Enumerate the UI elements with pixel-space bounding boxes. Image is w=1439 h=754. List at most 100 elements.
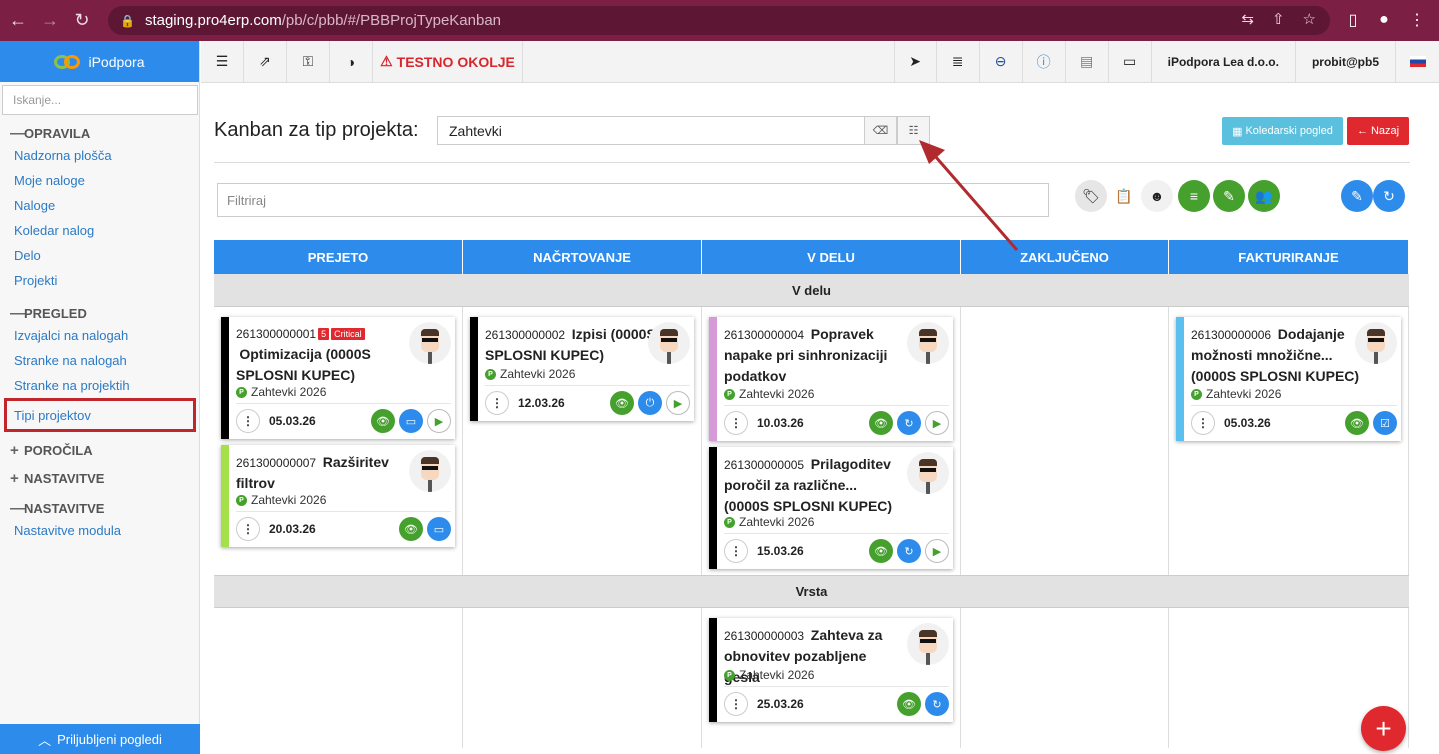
tags-icon[interactable]: 🏷 bbox=[1075, 180, 1107, 212]
list-icon[interactable]: ☰ bbox=[201, 41, 244, 82]
more-options-icon[interactable]: ⋮ bbox=[724, 539, 748, 563]
eye-icon[interactable]: 👁 bbox=[1345, 411, 1369, 435]
sidebar-item[interactable]: Moje naloge bbox=[0, 168, 199, 193]
brand[interactable]: iPodpora bbox=[0, 41, 199, 82]
more-options-icon[interactable]: ⋮ bbox=[236, 409, 260, 433]
more-options-icon[interactable]: ⋮ bbox=[1191, 411, 1215, 435]
send-icon[interactable]: ➤ bbox=[893, 41, 937, 82]
play-icon[interactable]: ▶ bbox=[666, 391, 690, 415]
contrast-icon[interactable]: ◑ bbox=[330, 41, 373, 82]
sidebar-item[interactable]: Delo bbox=[0, 243, 199, 268]
column-header: NAČRTOVANJE bbox=[463, 240, 702, 274]
clipboard-checklist-icon[interactable]: 📋 bbox=[1108, 180, 1140, 212]
power-icon[interactable]: ⏻ bbox=[638, 391, 662, 415]
language-flag-icon[interactable] bbox=[1396, 41, 1439, 82]
back-arrow-icon[interactable]: ← bbox=[4, 7, 32, 35]
server-list-icon[interactable]: ≡ bbox=[1178, 180, 1210, 212]
sidebar-section-header[interactable]: — NASTAVITVE bbox=[0, 498, 199, 518]
document-icon[interactable]: ▭ bbox=[1109, 41, 1152, 82]
info-icon[interactable]: ⓘ bbox=[1023, 41, 1066, 82]
share-icon[interactable]: ⇧ bbox=[1272, 10, 1285, 28]
kanban-card[interactable]: 261300000001 5 Critical Optimizacija (0000… bbox=[221, 317, 455, 439]
kanban-card[interactable]: 261300000007 Razširitev filtrov P Zahtevki… bbox=[221, 445, 455, 547]
sidepanel-icon[interactable]: ▯ bbox=[1340, 7, 1366, 33]
more-options-icon[interactable]: ⋮ bbox=[724, 692, 748, 716]
card-divider bbox=[236, 511, 451, 512]
sidebar-item[interactable]: Nadzorna plošča bbox=[0, 143, 199, 168]
eye-icon[interactable]: 👁 bbox=[610, 391, 634, 415]
lock-icon[interactable]: ⚿ bbox=[287, 41, 330, 82]
user-name[interactable]: probit@pb5 bbox=[1296, 41, 1396, 82]
user-avatar-icon[interactable]: ☻ bbox=[1141, 180, 1173, 212]
profile-icon[interactable]: ● bbox=[1371, 7, 1397, 33]
eye-icon[interactable]: 👁 bbox=[897, 692, 921, 716]
translate-icon[interactable]: ⇆ bbox=[1241, 10, 1254, 28]
assignee-avatar[interactable] bbox=[1355, 322, 1397, 364]
pencil-icon[interactable]: ✎ bbox=[1213, 180, 1245, 212]
company-name[interactable]: iPodpora Lea d.o.o. bbox=[1152, 41, 1296, 82]
eye-icon[interactable]: 👁 bbox=[371, 409, 395, 433]
sidebar-section-header[interactable]: + POROČILA bbox=[0, 440, 199, 460]
forward-arrow-icon[interactable]: → bbox=[36, 7, 64, 35]
kanban-card[interactable]: 261300000003 Zahteva za obnovitev pozabl… bbox=[709, 618, 953, 722]
users-icon[interactable]: 👥 bbox=[1248, 180, 1280, 212]
folder-icon[interactable]: ▭ bbox=[427, 517, 451, 541]
play-icon[interactable]: ▶ bbox=[925, 539, 949, 563]
card-date: 12.03.26 bbox=[518, 396, 565, 410]
sidebar-item[interactable]: Projekti bbox=[0, 268, 199, 293]
assignee-avatar[interactable] bbox=[409, 450, 451, 492]
sidebar-item[interactable]: Stranke na projektih bbox=[0, 373, 199, 398]
more-options-icon[interactable]: ⋮ bbox=[724, 411, 748, 435]
remote-icon[interactable]: ⊖ bbox=[980, 41, 1023, 82]
refresh-icon[interactable]: ↻ bbox=[925, 692, 949, 716]
favorites-bar[interactable]: ︿ Priljubljeni pogledi bbox=[0, 724, 200, 754]
kanban-card[interactable]: 261300000002 Izpisi (0000S SPLOSNI KUPEC… bbox=[470, 317, 694, 421]
filter-input[interactable]: Filtriraj bbox=[217, 183, 1049, 217]
back-button[interactable]: ← Nazaj bbox=[1347, 117, 1409, 145]
menu-icon[interactable]: ⋮ bbox=[1404, 7, 1430, 33]
refresh-icon[interactable]: ↻ bbox=[897, 411, 921, 435]
sidebar-item[interactable]: Stranke na nalogah bbox=[0, 348, 199, 373]
star-icon[interactable]: ☆ bbox=[1303, 10, 1316, 28]
assignee-avatar[interactable] bbox=[648, 322, 690, 364]
sidebar-search-input[interactable]: Iskanje... bbox=[2, 85, 198, 115]
sidebar-section-header[interactable]: + NASTAVITVE bbox=[0, 468, 199, 488]
check-square-icon[interactable]: ☑ bbox=[1373, 411, 1397, 435]
kanban-card[interactable]: 261300000006 Dodajanje možnosti množične… bbox=[1176, 317, 1401, 441]
external-link-icon[interactable]: ⇗ bbox=[244, 41, 287, 82]
eye-icon[interactable]: 👁 bbox=[869, 411, 893, 435]
address-bar[interactable]: 🔒 staging.pro4erp.com/pb/c/pbb/#/PBBProj… bbox=[108, 6, 1330, 35]
play-icon[interactable]: ▶ bbox=[925, 411, 949, 435]
kanban-card[interactable]: 261300000005 Prilagoditev poročil za raz… bbox=[709, 447, 953, 569]
server-icon[interactable]: ≣ bbox=[937, 41, 980, 82]
list-view-icon[interactable]: ☷ bbox=[897, 116, 930, 145]
calendar-view-button[interactable]: ▦ Koledarski pogled bbox=[1222, 117, 1343, 145]
assignee-avatar[interactable] bbox=[907, 623, 949, 665]
sidebar-item[interactable]: Naloge bbox=[0, 193, 199, 218]
sidebar-section-header[interactable]: — OPRAVILA bbox=[0, 123, 199, 143]
play-icon[interactable]: ▶ bbox=[427, 409, 451, 433]
project-type-select[interactable]: Zahtevki bbox=[437, 116, 865, 145]
reload-icon[interactable]: ↻ bbox=[68, 7, 96, 35]
assignee-avatar[interactable] bbox=[409, 322, 451, 364]
add-fab-button[interactable]: + bbox=[1361, 706, 1406, 751]
sidebar-item[interactable]: Izvajalci na nalogah bbox=[0, 323, 199, 348]
sidebar-item[interactable]: Nastavitve modula bbox=[0, 518, 199, 543]
book-icon[interactable]: ▤ bbox=[1066, 41, 1109, 82]
assignee-avatar[interactable] bbox=[907, 452, 949, 494]
refresh-icon[interactable]: ↻ bbox=[897, 539, 921, 563]
assignee-avatar[interactable] bbox=[907, 322, 949, 364]
sidebar-item[interactable]: Tipi projektov bbox=[4, 398, 196, 432]
eye-icon[interactable]: 👁 bbox=[399, 517, 423, 541]
kanban-card[interactable]: 261300000004 Popravek napake pri sinhron… bbox=[709, 317, 953, 441]
eye-icon[interactable]: 👁 bbox=[869, 539, 893, 563]
folder-icon[interactable]: ▭ bbox=[399, 409, 423, 433]
sidebar-item[interactable]: Koledar nalog bbox=[0, 218, 199, 243]
eraser-icon[interactable]: ⌫ bbox=[864, 116, 897, 145]
refresh-icon[interactable]: ↻ bbox=[1373, 180, 1405, 212]
sidebar-section-header[interactable]: — PREGLED bbox=[0, 303, 199, 323]
brand-logo-icon bbox=[54, 54, 82, 70]
more-options-icon[interactable]: ⋮ bbox=[236, 517, 260, 541]
edit-icon[interactable]: ✎ bbox=[1341, 180, 1373, 212]
more-options-icon[interactable]: ⋮ bbox=[485, 391, 509, 415]
